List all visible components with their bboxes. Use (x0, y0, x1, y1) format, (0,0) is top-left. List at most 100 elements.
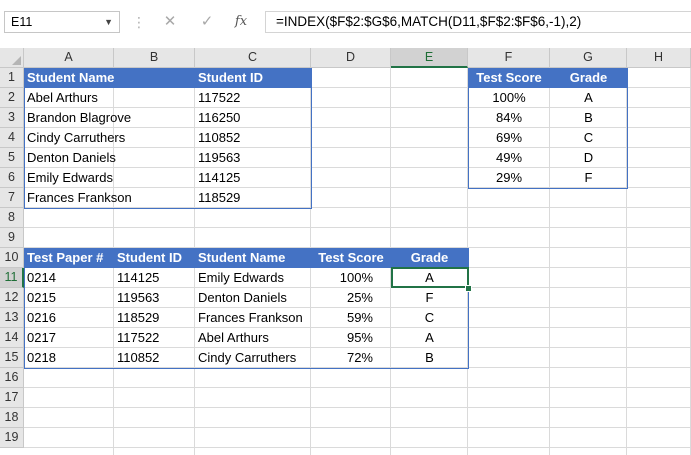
students-cell-id[interactable]: 118529 (195, 188, 311, 208)
results-header-grade[interactable]: Grade (391, 248, 468, 268)
column-header-b[interactable]: B (114, 48, 195, 68)
row-header-9[interactable]: 9 (0, 228, 24, 248)
column-header-h[interactable]: H (627, 48, 691, 68)
row-header-5[interactable]: 5 (0, 148, 24, 168)
grades-cell-score[interactable]: 69% (468, 128, 550, 148)
row-header-16[interactable]: 16 (0, 368, 24, 388)
column-header-g[interactable]: G (550, 48, 627, 68)
row-header-11[interactable]: 11 (0, 268, 24, 288)
row-header-15[interactable]: 15 (0, 348, 24, 368)
column-header-d[interactable]: D (311, 48, 391, 68)
formula-bar-area: E11 ▼ ⋮ ✕ ✓ fx =INDEX($F$2:$G$6,MATCH(D1… (0, 0, 691, 48)
results-cell-score[interactable]: 100% (311, 268, 391, 288)
grades-cell-grade[interactable]: B (550, 108, 627, 128)
results-header-student-id[interactable]: Student ID (114, 248, 195, 268)
row-header-6[interactable]: 6 (0, 168, 24, 188)
results-cell-grade[interactable]: B (391, 348, 468, 368)
results-header-score[interactable]: Test Score (311, 248, 391, 268)
grades-cell-grade[interactable]: A (550, 88, 627, 108)
name-box-value: E11 (11, 15, 33, 29)
grades-cell-grade[interactable]: D (550, 148, 627, 168)
results-cell-grade[interactable]: A (391, 328, 468, 348)
results-cell-score[interactable]: 59% (311, 308, 391, 328)
results-cell-paper[interactable]: 0215 (24, 288, 114, 308)
results-cell-grade[interactable]: F (391, 288, 468, 308)
results-cell-student-id[interactable]: 118529 (114, 308, 195, 328)
results-cell-student-name[interactable]: Frances Frankson (195, 308, 311, 328)
grades-header-score[interactable]: Test Score (468, 68, 550, 88)
column-header-e[interactable]: E (391, 48, 468, 68)
students-cell-id[interactable]: 110852 (195, 128, 311, 148)
results-cell-grade[interactable]: C (391, 308, 468, 328)
results-cell-student-name[interactable]: Denton Daniels (195, 288, 311, 308)
name-box[interactable]: E11 ▼ (4, 11, 120, 33)
students-cell-name[interactable]: Brandon Blagrove (24, 108, 195, 128)
results-cell-student-name[interactable]: Abel Arthurs (195, 328, 311, 348)
select-all-corner[interactable] (0, 48, 24, 68)
results-header-paper[interactable]: Test Paper # (24, 248, 114, 268)
row-header-14[interactable]: 14 (0, 328, 24, 348)
formula-bar-grip-icon: ⋮ (132, 14, 146, 30)
row-header-1[interactable]: 1 (0, 68, 24, 88)
fill-handle[interactable] (465, 285, 472, 292)
row-header-7[interactable]: 7 (0, 188, 24, 208)
column-header-f[interactable]: F (468, 48, 550, 68)
name-box-dropdown-icon[interactable]: ▼ (104, 12, 113, 32)
grades-cell-score[interactable]: 100% (468, 88, 550, 108)
students-cell-id[interactable]: 119563 (195, 148, 311, 168)
grades-cell-score[interactable]: 29% (468, 168, 550, 188)
students-cell-name[interactable]: Emily Edwards (24, 168, 195, 188)
row-header-17[interactable]: 17 (0, 388, 24, 408)
cancel-icon[interactable]: ✕ (159, 11, 181, 33)
results-cell-paper[interactable]: 0216 (24, 308, 114, 328)
results-cell-student-name[interactable]: Emily Edwards (195, 268, 311, 288)
results-cell-score[interactable]: 25% (311, 288, 391, 308)
students-cell-id[interactable]: 117522 (195, 88, 311, 108)
students-cell-id[interactable]: 114125 (195, 168, 311, 188)
results-cell-student-id[interactable]: 110852 (114, 348, 195, 368)
gridline-horizontal (24, 407, 691, 408)
row-header-8[interactable]: 8 (0, 208, 24, 228)
students-header-id[interactable]: Student ID (195, 68, 311, 88)
results-cell-student-id[interactable]: 117522 (114, 328, 195, 348)
enter-check-icon[interactable]: ✓ (196, 11, 218, 33)
row-header-13[interactable]: 13 (0, 308, 24, 328)
students-cell-name[interactable]: Frances Frankson (24, 188, 195, 208)
gridline-horizontal (24, 447, 691, 448)
insert-function-icon[interactable]: fx (230, 11, 252, 33)
column-header-a[interactable]: A (24, 48, 114, 68)
row-header-4[interactable]: 4 (0, 128, 24, 148)
column-header-c[interactable]: C (195, 48, 311, 68)
results-header-student-name[interactable]: Student Name (195, 248, 311, 268)
results-cell-student-id[interactable]: 119563 (114, 288, 195, 308)
results-cell-paper[interactable]: 0214 (24, 268, 114, 288)
row-header-10[interactable]: 10 (0, 248, 24, 268)
results-cell-score[interactable]: 95% (311, 328, 391, 348)
gridline-horizontal (24, 387, 691, 388)
row-header-19[interactable]: 19 (0, 428, 24, 448)
results-cell-student-id[interactable]: 114125 (114, 268, 195, 288)
grades-cell-grade[interactable]: C (550, 128, 627, 148)
gridline-horizontal (24, 227, 691, 228)
row-header-2[interactable]: 2 (0, 88, 24, 108)
gridline-horizontal (24, 427, 691, 428)
students-header-name[interactable]: Student Name (24, 68, 195, 88)
row-header-18[interactable]: 18 (0, 408, 24, 428)
results-cell-paper[interactable]: 0218 (24, 348, 114, 368)
grades-cell-score[interactable]: 49% (468, 148, 550, 168)
row-header-3[interactable]: 3 (0, 108, 24, 128)
spreadsheet-grid[interactable]: A B C D E F G H 1 2 3 4 5 6 7 8 9 10 11 12 13 14 15 16 17 18 19 Stu… (0, 48, 691, 455)
grades-header-grade[interactable]: Grade (550, 68, 627, 88)
results-cell-student-name[interactable]: Cindy Carruthers (195, 348, 311, 368)
grades-cell-grade[interactable]: F (550, 168, 627, 188)
results-cell-paper[interactable]: 0217 (24, 328, 114, 348)
students-cell-name[interactable]: Abel Arthurs (24, 88, 195, 108)
students-cell-name[interactable]: Denton Daniels (24, 148, 195, 168)
results-cell-score[interactable]: 72% (311, 348, 391, 368)
row-header-12[interactable]: 12 (0, 288, 24, 308)
students-cell-id[interactable]: 116250 (195, 108, 311, 128)
results-cell-grade[interactable]: A (391, 268, 468, 288)
grades-cell-score[interactable]: 84% (468, 108, 550, 128)
formula-input[interactable]: =INDEX($F$2:$G$6,MATCH(D11,$F$2:$F$6,-1)… (265, 11, 691, 33)
students-cell-name[interactable]: Cindy Carruthers (24, 128, 195, 148)
